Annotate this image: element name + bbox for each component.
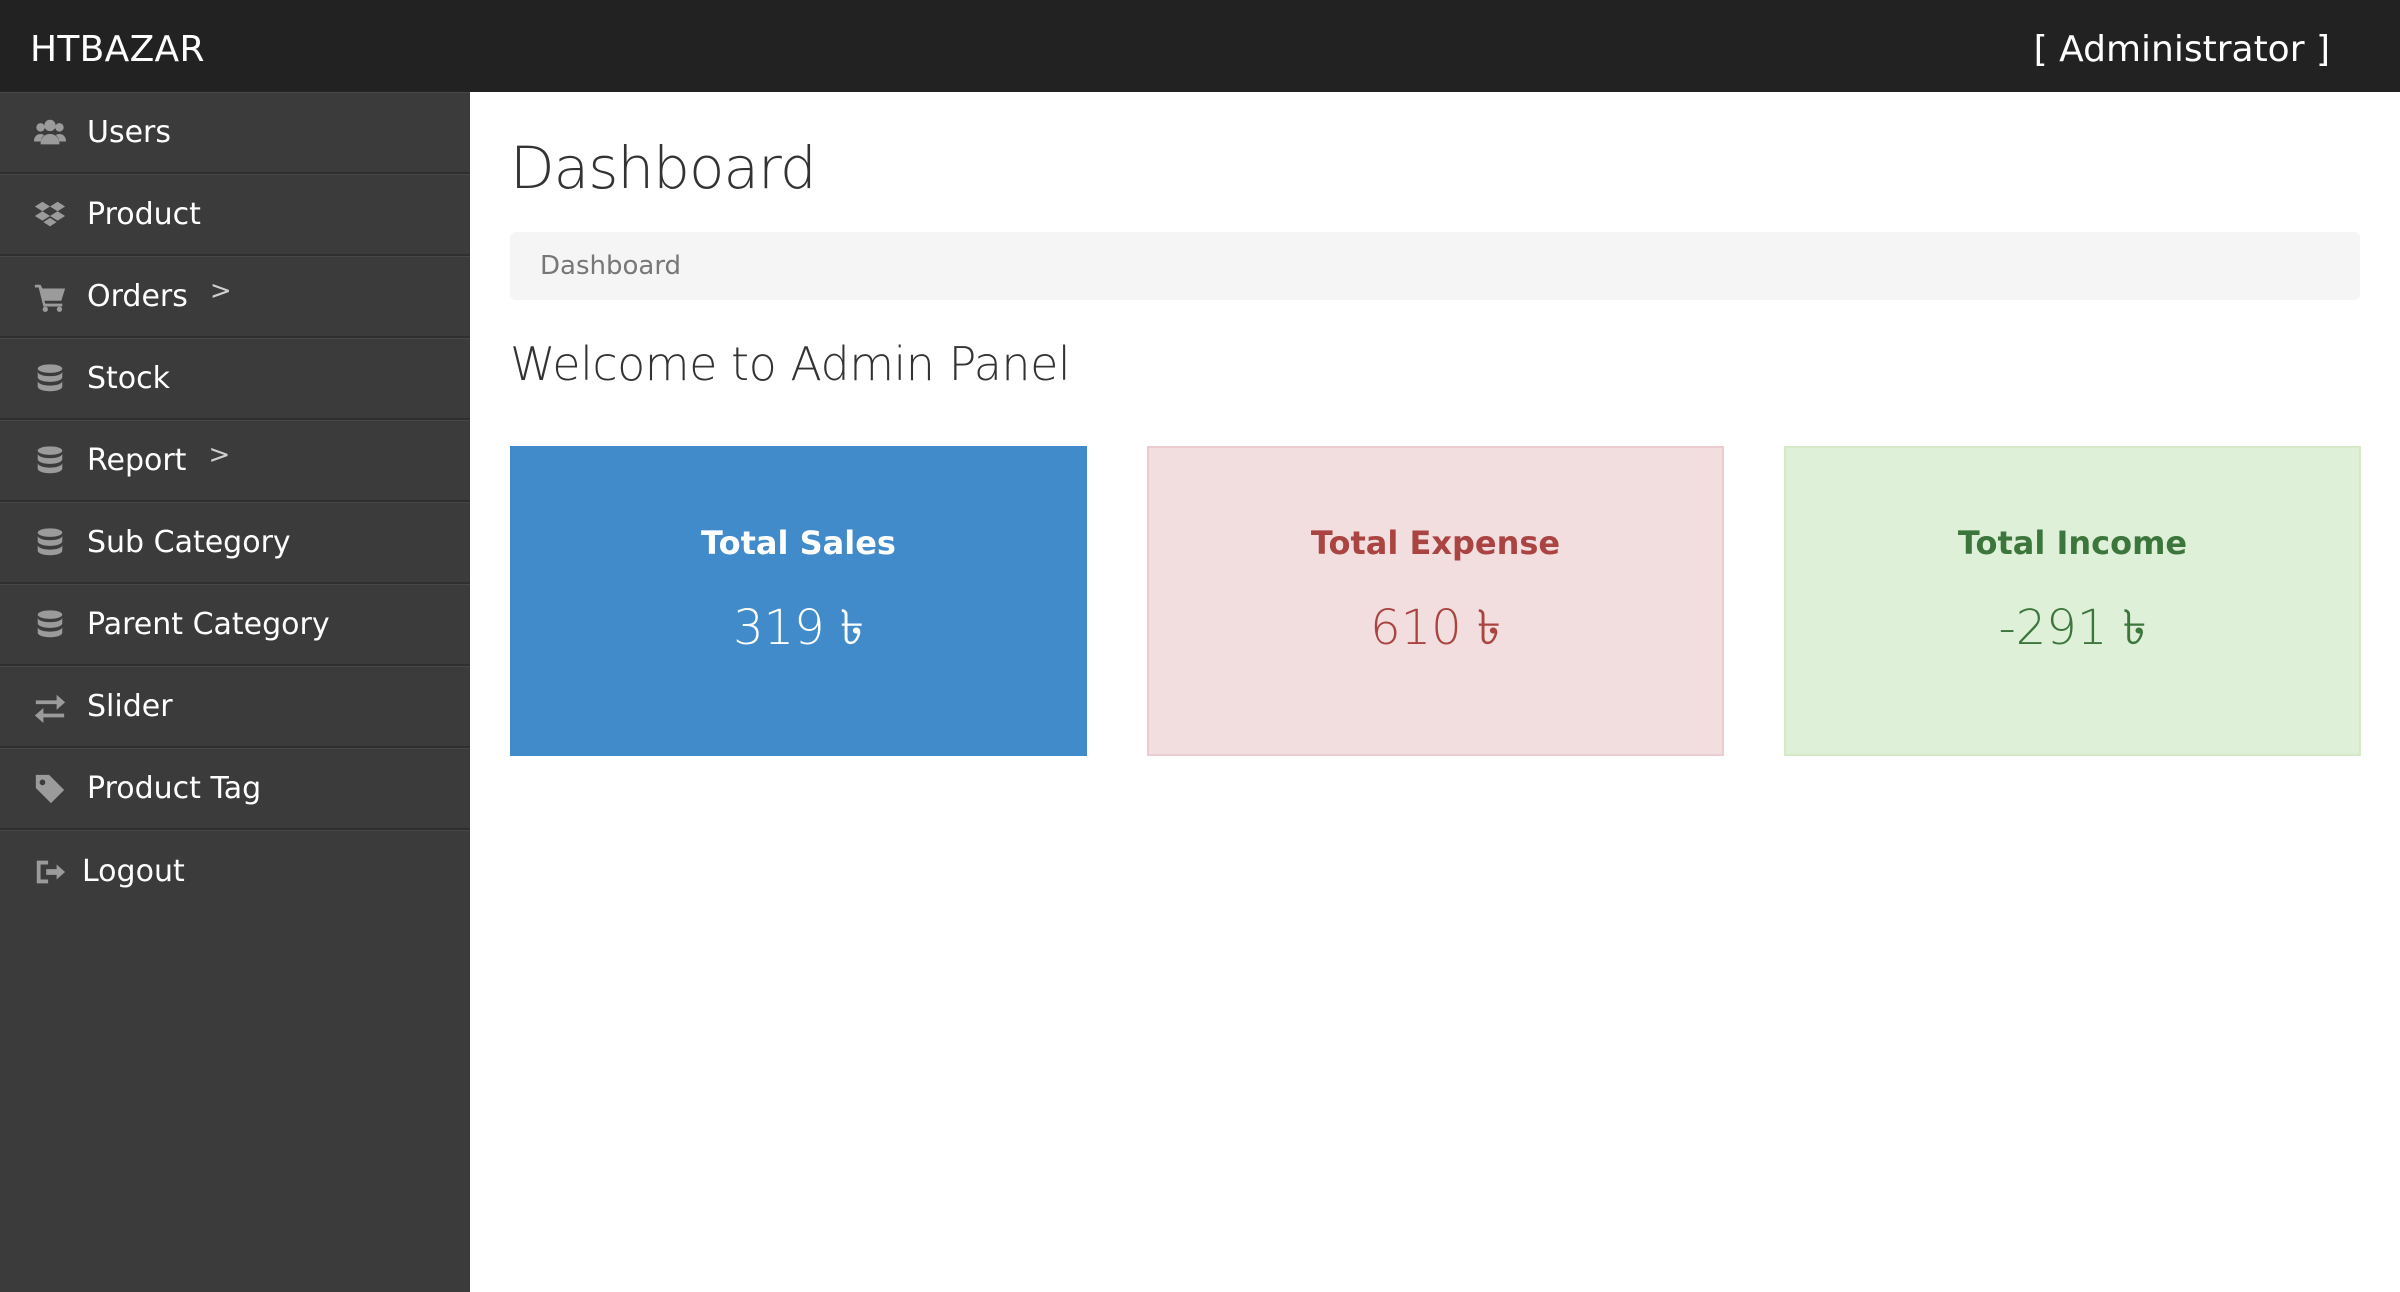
sidebar-item-label: Stock bbox=[87, 361, 171, 396]
sidebar-item-label: Users bbox=[87, 115, 172, 150]
exchange-icon bbox=[32, 689, 68, 725]
database-icon bbox=[32, 607, 68, 643]
card-value: 319 ৳ bbox=[733, 600, 864, 656]
user-menu[interactable]: [ Administrator ] bbox=[2034, 0, 2330, 92]
sidebar-item-stock[interactable]: Stock bbox=[0, 338, 470, 420]
total-sales-card: Total Sales 319 ৳ bbox=[510, 446, 1087, 756]
brand-logo[interactable]: HTBAZAR bbox=[30, 0, 205, 92]
users-icon bbox=[32, 115, 68, 151]
top-navbar: HTBAZAR [ Administrator ] bbox=[0, 0, 2400, 92]
card-value: 610 ৳ bbox=[1370, 600, 1501, 656]
sidebar-item-users[interactable]: Users bbox=[0, 92, 470, 174]
chevron-right-icon: > bbox=[208, 439, 231, 470]
sidebar-item-orders[interactable]: Orders > bbox=[0, 256, 470, 338]
sidebar-item-label: Slider bbox=[87, 689, 173, 724]
welcome-heading: Welcome to Admin Panel bbox=[510, 337, 1071, 391]
dropbox-icon bbox=[32, 197, 68, 233]
sidebar-item-slider[interactable]: Slider bbox=[0, 666, 470, 748]
tag-icon bbox=[32, 771, 68, 807]
sidebar-item-label: Report bbox=[87, 443, 187, 478]
sidebar: Users Product Orders > Stock Report > Su… bbox=[0, 92, 470, 1292]
page-title: Dashboard bbox=[510, 134, 817, 202]
card-title: Total Income bbox=[1957, 524, 2188, 562]
sidebar-item-label: Sub Category bbox=[87, 525, 291, 560]
card-value: -291 ৳ bbox=[1998, 600, 2147, 656]
sidebar-item-label: Product Tag bbox=[87, 771, 262, 806]
sidebar-item-label: Logout bbox=[82, 854, 185, 889]
database-icon bbox=[32, 443, 68, 479]
sidebar-item-report[interactable]: Report > bbox=[0, 420, 470, 502]
sidebar-item-product-tag[interactable]: Product Tag bbox=[0, 748, 470, 830]
main-content: Dashboard Dashboard Welcome to Admin Pan… bbox=[470, 92, 2400, 1292]
sidebar-item-label: Orders bbox=[87, 279, 188, 314]
card-title: Total Expense bbox=[1310, 524, 1561, 562]
sidebar-item-product[interactable]: Product bbox=[0, 174, 470, 256]
breadcrumb[interactable]: Dashboard bbox=[510, 232, 2360, 300]
database-icon bbox=[32, 525, 68, 561]
sidebar-item-parent-category[interactable]: Parent Category bbox=[0, 584, 470, 666]
sidebar-item-label: Product bbox=[87, 197, 201, 232]
total-expense-card: Total Expense 610 ৳ bbox=[1147, 446, 1724, 756]
card-title: Total Sales bbox=[701, 524, 896, 562]
sidebar-item-logout[interactable]: Logout bbox=[0, 830, 470, 912]
total-income-card: Total Income -291 ৳ bbox=[1784, 446, 2361, 756]
sidebar-item-sub-category[interactable]: Sub Category bbox=[0, 502, 470, 584]
database-icon bbox=[32, 361, 68, 397]
chevron-right-icon: > bbox=[209, 275, 232, 306]
sidebar-item-label: Parent Category bbox=[87, 607, 330, 642]
shopping-cart-icon bbox=[32, 279, 68, 315]
sign-out-icon bbox=[32, 854, 68, 890]
